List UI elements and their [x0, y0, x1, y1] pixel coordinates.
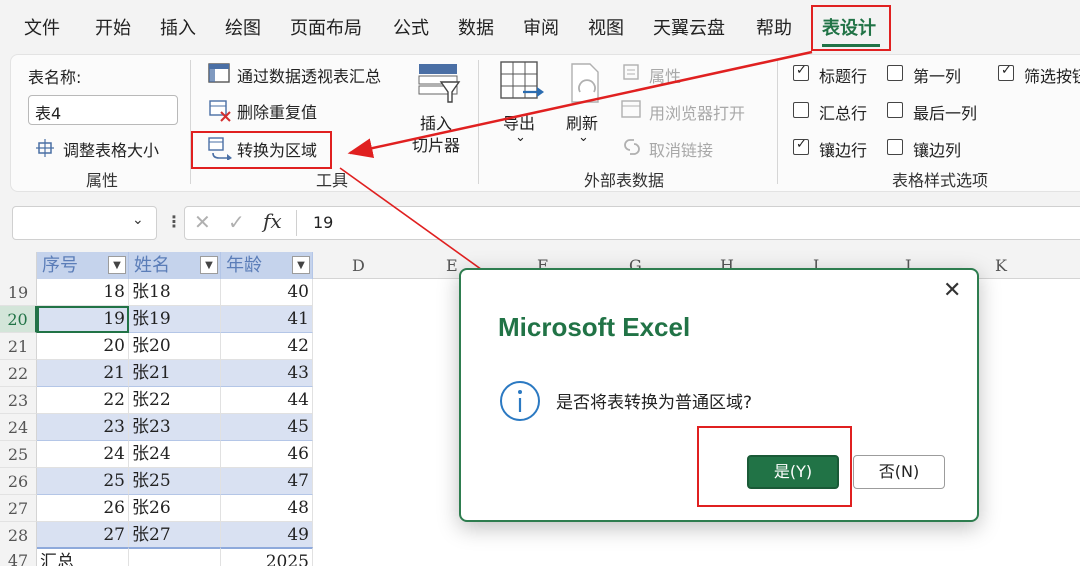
annotation-box-convert [191, 131, 332, 169]
annotation-box-table-design [811, 5, 891, 51]
info-icon [500, 381, 540, 421]
close-icon[interactable]: ✕ [943, 278, 961, 303]
dialog-title: Microsoft Excel [498, 312, 691, 342]
no-button[interactable]: 否(N) [853, 455, 945, 489]
dialog-message: 是否将表转换为普通区域? [556, 393, 753, 413]
annotation-arrow [347, 50, 813, 158]
annotation-box-yes [697, 426, 852, 507]
